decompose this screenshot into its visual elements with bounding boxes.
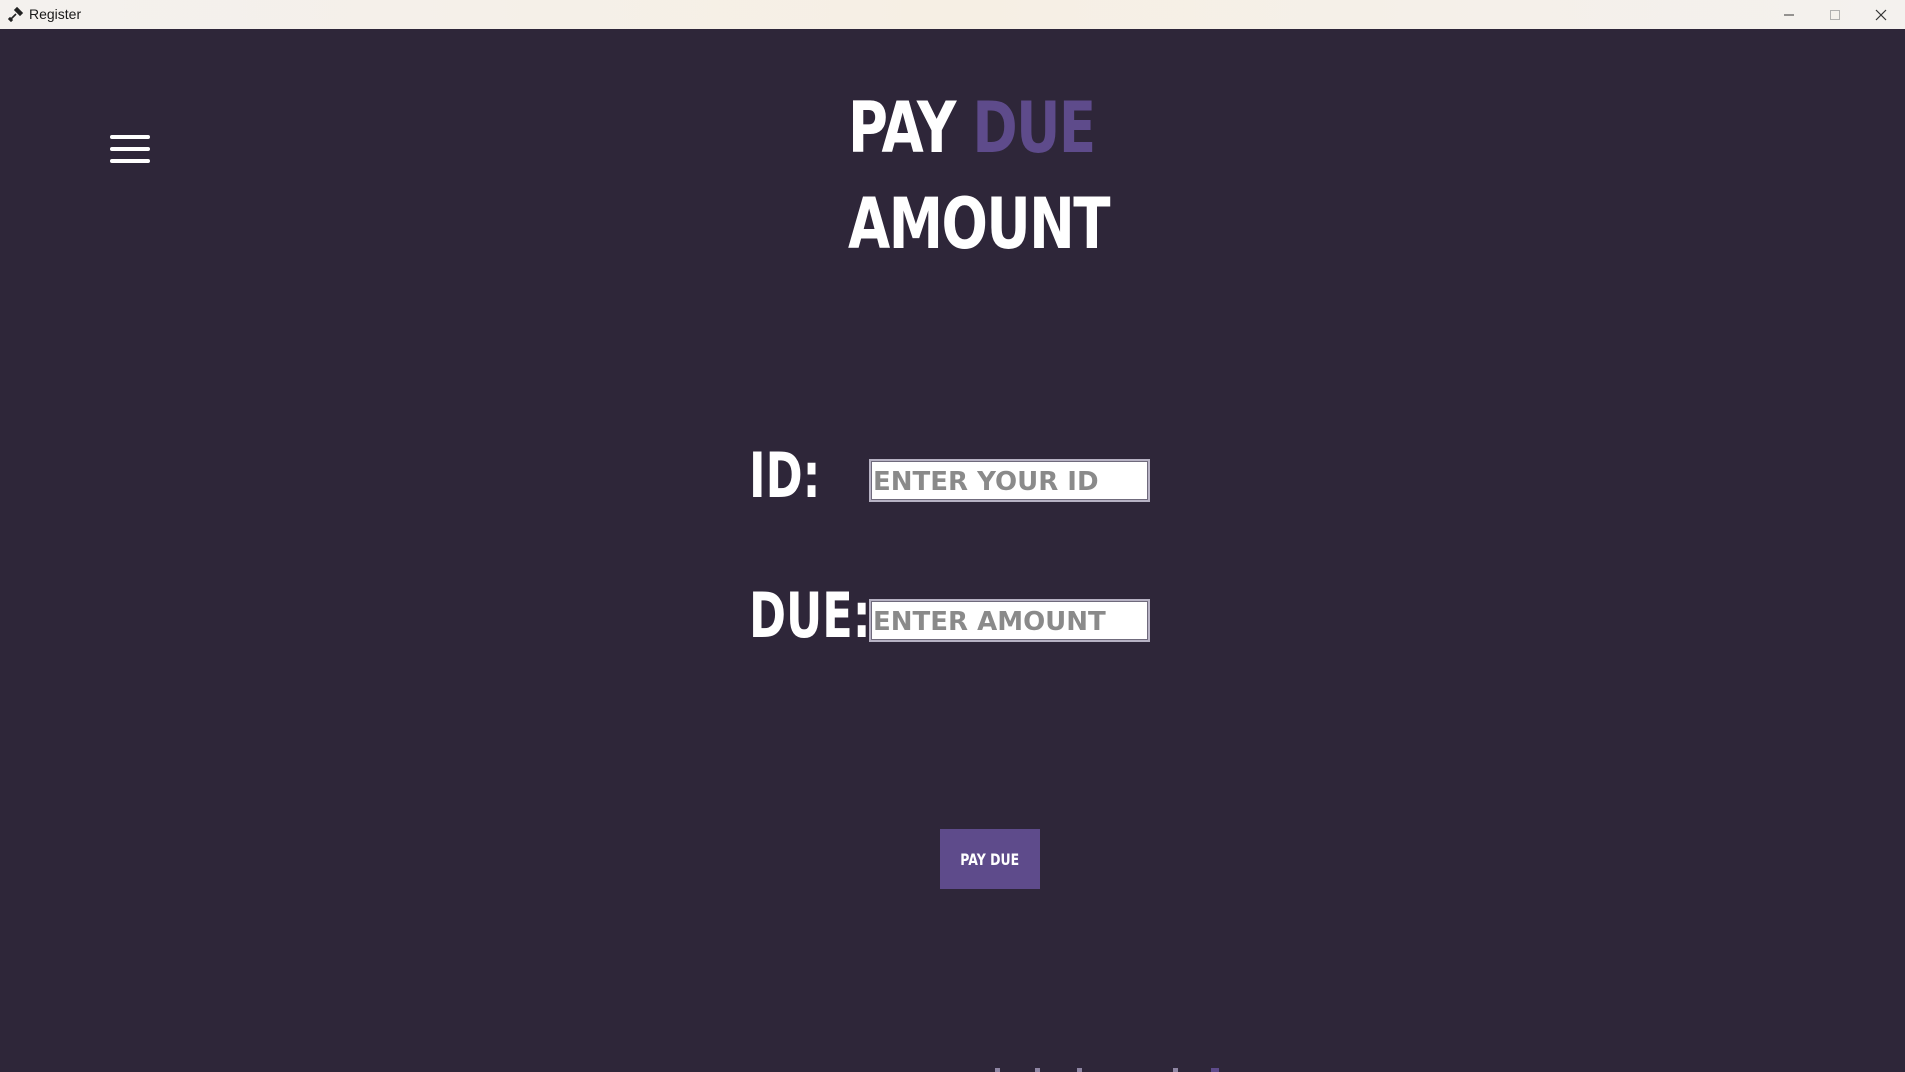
minimize-button[interactable] — [1766, 0, 1812, 29]
due-amount-input[interactable] — [869, 599, 1150, 642]
pay-due-button-label: PAY DUE — [960, 849, 1020, 869]
due-label: DUE: — [749, 579, 871, 652]
page-title-line2: AMOUNT — [848, 183, 1110, 265]
bottom-overflow-content — [995, 1066, 1230, 1072]
title-bar: Register — [0, 0, 1905, 29]
minimize-icon — [1784, 14, 1794, 15]
id-label: ID: — [749, 439, 821, 512]
close-icon — [1875, 9, 1887, 20]
title-part-due: DUE — [972, 87, 1096, 169]
id-input[interactable] — [869, 459, 1150, 502]
page-title: PAY DUE — [848, 87, 1096, 169]
maximize-icon — [1830, 9, 1840, 20]
app-icon — [8, 6, 24, 22]
maximize-button[interactable] — [1812, 0, 1858, 29]
window-title: Register — [29, 6, 82, 22]
pay-due-button[interactable]: PAY DUE — [940, 829, 1040, 889]
close-button[interactable] — [1858, 0, 1904, 29]
hamburger-menu-icon[interactable] — [108, 132, 152, 164]
title-part-pay: PAY — [848, 87, 956, 169]
